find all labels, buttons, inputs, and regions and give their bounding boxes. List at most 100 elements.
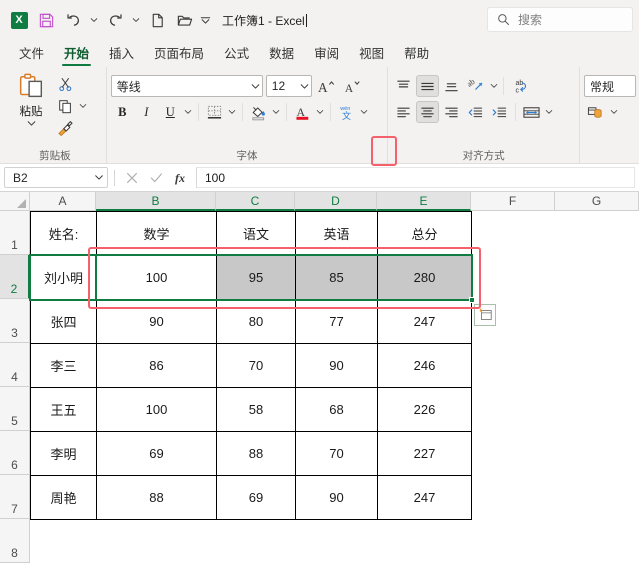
copy-dropdown-button[interactable]	[77, 96, 88, 116]
bold-button[interactable]: B	[111, 101, 134, 123]
borders-button[interactable]	[203, 101, 226, 123]
cut-button[interactable]	[54, 74, 76, 94]
column-header-B[interactable]: B	[96, 192, 216, 211]
cell-D5[interactable]: 68	[295, 387, 378, 432]
cell-D1[interactable]: 英语	[295, 211, 378, 256]
cancel-formula-button[interactable]	[121, 167, 142, 188]
fill-color-dropdown-button[interactable]	[271, 102, 282, 122]
merge-dropdown-button[interactable]	[543, 102, 554, 122]
cell-E7[interactable]: 247	[377, 475, 472, 520]
accounting-dropdown-button[interactable]	[608, 102, 619, 122]
cell-B4[interactable]: 86	[96, 343, 217, 388]
undo-button[interactable]	[60, 7, 86, 33]
cell-B1[interactable]: 数学	[96, 211, 217, 256]
tab-layout[interactable]: 页面布局	[144, 42, 214, 67]
cell-D2[interactable]: 85	[295, 255, 378, 300]
right-align-button[interactable]	[440, 101, 463, 123]
row-header-3[interactable]: 3	[0, 299, 30, 343]
increase-indent-button[interactable]	[488, 101, 511, 123]
cell-D3[interactable]: 77	[295, 299, 378, 344]
borders-dropdown-button[interactable]	[227, 102, 238, 122]
save-button[interactable]	[33, 7, 59, 33]
fill-handle[interactable]	[469, 297, 475, 303]
accounting-format-button[interactable]	[584, 101, 607, 123]
format-painter-button[interactable]	[54, 118, 76, 138]
cell-A2[interactable]: 刘小明	[30, 255, 97, 300]
cell-C1[interactable]: 语文	[216, 211, 296, 256]
cell-E2[interactable]: 280	[377, 255, 472, 300]
center-align-button[interactable]	[416, 101, 440, 123]
row-header-6[interactable]: 6	[0, 431, 30, 475]
cell-B3[interactable]: 90	[96, 299, 217, 344]
row-header-4[interactable]: 4	[0, 343, 30, 387]
column-header-E[interactable]: E	[377, 192, 471, 211]
phonetic-dropdown-button[interactable]	[359, 102, 370, 122]
decrease-indent-button[interactable]	[464, 101, 487, 123]
cell-B2[interactable]: 100	[96, 255, 217, 300]
middle-align-button[interactable]	[416, 75, 440, 97]
cell-E5[interactable]: 226	[377, 387, 472, 432]
tab-review[interactable]: 审阅	[304, 42, 349, 67]
font-color-button[interactable]: A	[291, 101, 314, 123]
cell-D7[interactable]: 90	[295, 475, 378, 520]
left-align-button[interactable]	[392, 101, 415, 123]
row-header-7[interactable]: 7	[0, 475, 30, 519]
font-color-dropdown-button[interactable]	[315, 102, 326, 122]
orientation-button[interactable]: ab	[464, 75, 487, 97]
tab-view[interactable]: 视图	[349, 42, 394, 67]
paste-options-button[interactable]	[474, 304, 496, 326]
grow-font-button[interactable]: A	[315, 75, 338, 97]
redo-button[interactable]	[102, 7, 128, 33]
tab-home[interactable]: 开始	[54, 42, 99, 67]
row-header-2[interactable]: 2	[0, 255, 30, 299]
number-format-combo[interactable]: 常规	[584, 75, 636, 97]
underline-dropdown-button[interactable]	[183, 102, 194, 122]
search-input[interactable]: 搜索	[487, 7, 633, 32]
column-header-A[interactable]: A	[30, 192, 96, 211]
redo-dropdown-button[interactable]	[129, 10, 143, 30]
cell-E1[interactable]: 总分	[377, 211, 472, 256]
cell-C3[interactable]: 80	[216, 299, 296, 344]
cell-E4[interactable]: 246	[377, 343, 472, 388]
row-header-5[interactable]: 5	[0, 387, 30, 431]
cell-C2[interactable]: 95	[216, 255, 296, 300]
select-all-button[interactable]	[0, 192, 30, 211]
tab-help[interactable]: 帮助	[394, 42, 439, 67]
cell-D4[interactable]: 90	[295, 343, 378, 388]
name-box[interactable]: B2	[4, 167, 108, 188]
row-header-8[interactable]: 8	[0, 519, 30, 563]
copy-button[interactable]	[54, 96, 76, 116]
cell-C7[interactable]: 69	[216, 475, 296, 520]
cell-D6[interactable]: 70	[295, 431, 378, 476]
cell-E6[interactable]: 227	[377, 431, 472, 476]
cell-A6[interactable]: 李明	[30, 431, 97, 476]
column-header-G[interactable]: G	[555, 192, 639, 211]
cell-C6[interactable]: 88	[216, 431, 296, 476]
undo-dropdown-button[interactable]	[87, 10, 101, 30]
column-header-F[interactable]: F	[471, 192, 555, 211]
tab-file[interactable]: 文件	[9, 42, 54, 67]
customize-qat-button[interactable]	[198, 7, 212, 33]
fill-color-button[interactable]	[247, 101, 270, 123]
column-header-D[interactable]: D	[295, 192, 377, 211]
phonetic-guide-button[interactable]: wén 文	[335, 101, 358, 123]
paste-button[interactable]: 粘贴	[8, 70, 54, 127]
bottom-align-button[interactable]	[440, 75, 463, 97]
font-name-combo[interactable]: 等线	[110, 75, 263, 97]
tab-formulas[interactable]: 公式	[214, 42, 259, 67]
cell-A3[interactable]: 张四	[30, 299, 97, 344]
merge-cells-button[interactable]	[520, 101, 542, 123]
cell-C4[interactable]: 70	[216, 343, 296, 388]
open-button[interactable]	[171, 7, 197, 33]
confirm-formula-button[interactable]	[146, 167, 167, 188]
cell-A1[interactable]: 姓名:	[30, 211, 97, 256]
cell-B6[interactable]: 69	[96, 431, 217, 476]
cell-A5[interactable]: 王五	[30, 387, 97, 432]
new-button[interactable]	[144, 7, 170, 33]
tab-insert[interactable]: 插入	[99, 42, 144, 67]
cell-B5[interactable]: 100	[96, 387, 217, 432]
cell-B7[interactable]: 88	[96, 475, 217, 520]
cell-E3[interactable]: 247	[377, 299, 472, 344]
insert-function-button[interactable]: fx	[171, 167, 192, 188]
cell-A4[interactable]: 李三	[30, 343, 97, 388]
